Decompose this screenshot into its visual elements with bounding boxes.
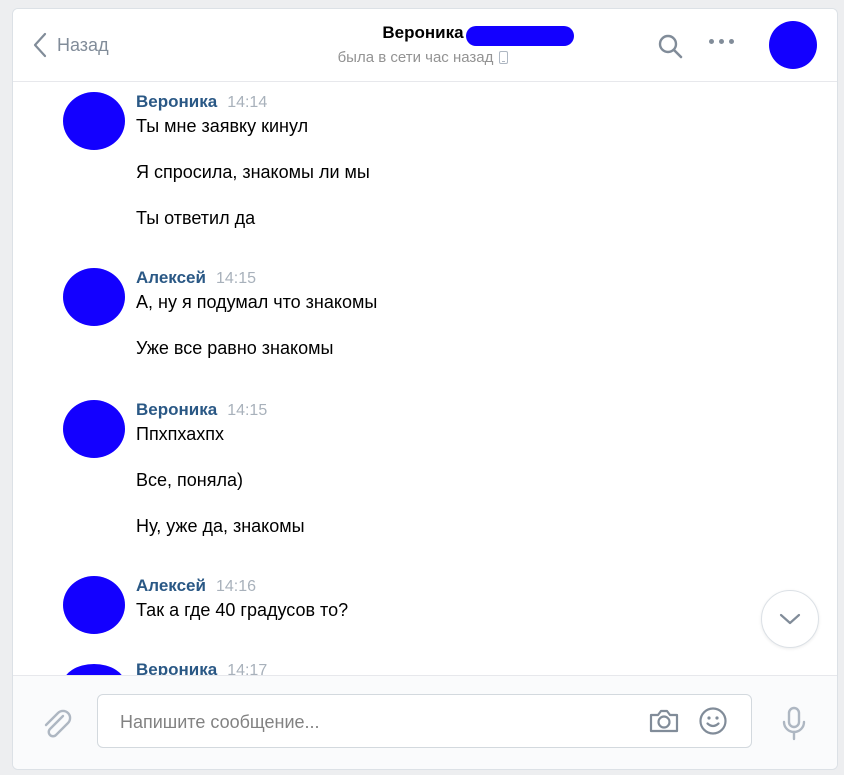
avatar[interactable] <box>63 576 125 634</box>
attach-button[interactable] <box>39 706 73 745</box>
message-input-box[interactable] <box>97 694 752 748</box>
more-button[interactable] <box>709 39 734 44</box>
emoji-button[interactable] <box>698 706 728 741</box>
camera-icon <box>649 709 679 733</box>
message-text: А, ну я подумал что знакомы <box>136 292 378 312</box>
author-name[interactable]: Вероника <box>136 400 217 419</box>
contact-avatar[interactable] <box>769 21 817 69</box>
contact-name: Вероника <box>382 23 464 42</box>
message-text: Так а где 40 градусов то? <box>136 600 349 620</box>
message-text: Я спросила, знакомы ли мы <box>136 162 370 182</box>
contact-status: была в сети час назад <box>337 49 494 66</box>
message-time[interactable]: 14:15 <box>227 402 267 419</box>
message-text: Все, поняла) <box>136 470 243 490</box>
search-button[interactable] <box>657 33 683 64</box>
avatar[interactable] <box>63 92 125 150</box>
message-history[interactable]: Вероника 14:14 Ты мне заявку кинул Я спро… <box>13 82 837 675</box>
chat-window: Назад Вероника была в сети час назад Вер… <box>12 8 838 770</box>
message-time[interactable]: 14:15 <box>216 270 256 287</box>
message-composer <box>13 675 837 769</box>
smile-icon <box>699 707 727 735</box>
author-name[interactable]: Вероника <box>136 92 217 111</box>
chevron-left-icon <box>33 32 47 58</box>
message-text: Ты ответил да <box>136 208 256 228</box>
author-name[interactable]: Вероника <box>136 660 217 675</box>
redacted-surname <box>465 26 574 46</box>
voice-message-button[interactable] <box>779 706 809 747</box>
paperclip-icon <box>44 709 72 738</box>
message-time[interactable]: 14:14 <box>227 94 267 111</box>
avatar[interactable] <box>63 268 125 326</box>
message-text: Ппхпхахпх <box>136 424 224 444</box>
scroll-to-bottom-button[interactable] <box>761 590 819 648</box>
message-time[interactable]: 14:16 <box>216 578 256 595</box>
chat-title-block[interactable]: Вероника была в сети час назад <box>263 23 583 66</box>
message-text: Ну, уже да, знакомы <box>136 516 305 536</box>
more-horizontal-icon <box>709 39 714 44</box>
author-name[interactable]: Алексей <box>136 576 206 595</box>
chevron-down-icon <box>779 613 801 625</box>
message-text: Уже все равно знакомы <box>136 338 334 358</box>
chat-header: Назад Вероника была в сети час назад <box>13 9 837 82</box>
message-time[interactable]: 14:17 <box>227 662 267 675</box>
message-text: Ты мне заявку кинул <box>136 116 309 136</box>
back-button[interactable]: Назад <box>33 31 109 59</box>
avatar[interactable] <box>63 400 125 458</box>
author-name[interactable]: Алексей <box>136 268 206 287</box>
camera-button[interactable] <box>648 707 680 740</box>
mobile-phone-icon <box>499 51 509 64</box>
search-icon <box>658 34 683 59</box>
back-label: Назад <box>57 34 109 55</box>
avatar[interactable] <box>63 664 125 675</box>
microphone-icon <box>782 706 806 741</box>
message-input[interactable] <box>118 707 622 737</box>
